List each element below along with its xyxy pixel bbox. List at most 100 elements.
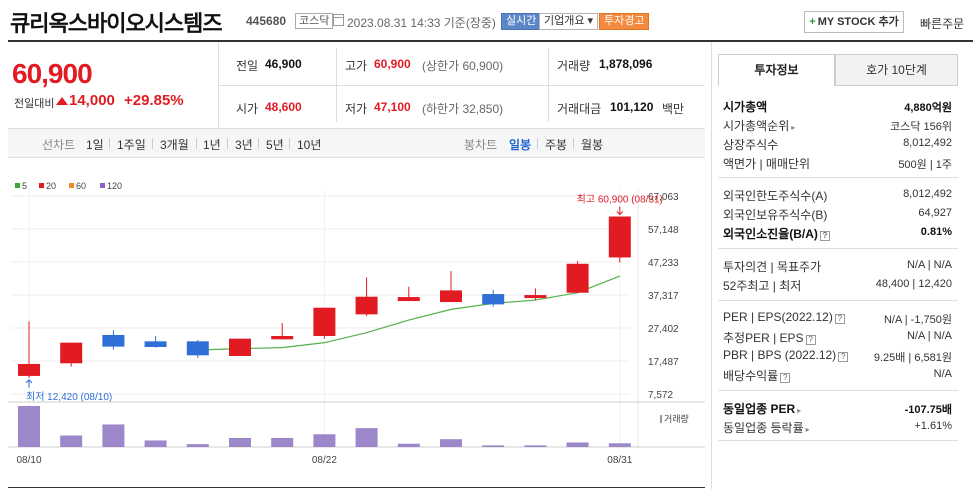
period-sep [152,138,153,149]
period-sep [573,138,574,149]
lower-limit: (하한가 32,850) [422,102,504,116]
period-3m[interactable]: 3개월 [160,136,189,153]
volume-bar [566,442,589,447]
candle-body [102,334,125,347]
volume-bar [144,440,167,447]
period-1y[interactable]: 1년 [203,136,221,153]
period-5y[interactable]: 5년 [266,136,284,153]
amount-unit: 백만 [662,102,685,116]
pbr-label: PBR | BPS (2022.12)? [723,348,849,362]
y-tick-label: 37,317 [648,291,679,302]
volume-bar [186,444,209,447]
amount-value: 101,120 [610,100,654,114]
y-tick-label: 7,572 [648,390,673,401]
period-sep [227,138,228,149]
current-price: 60,900 [12,58,93,89]
panel-divider [718,390,958,391]
y-tick-label: 47,233 [648,258,679,269]
foreign-rate-text: 외국인소진율(B/A) [723,227,818,241]
y-tick-label: 27,402 [648,324,679,335]
help-icon[interactable]: ? [834,314,845,324]
market-cap-value: 4,880억원 [904,102,952,114]
y-tick-label: 57,148 [648,225,679,236]
help-icon[interactable]: ? [838,352,849,362]
cap-rank-label[interactable]: 시가총액순위 ▸ [723,117,795,134]
market-badge: 코스닥 [295,13,334,29]
per-value: N/A | -1,750원 [883,314,952,326]
period-1d[interactable]: 1일 [86,136,104,153]
help-icon[interactable]: ? [805,335,816,345]
y-tick-label: 17,487 [648,357,679,368]
opinion-value: N/A | N/A [906,259,952,271]
panel-divider [718,440,958,441]
min-annotation: 최저 12,420 (08/10) [26,391,112,403]
ind-chg-label[interactable]: 동일업종 등락률 ▸ [723,419,810,436]
low-value: 47,100 [374,100,411,114]
foreign-hold-value: 64,927 [918,207,952,219]
est-per-value: N/A | N/A [906,330,952,342]
warning-badge[interactable]: 투자경고 [599,13,650,30]
pbr-value: 9.25배 | 6,581원 [873,352,952,364]
realtime-button[interactable]: 실시간 [501,13,542,30]
period-sep [258,138,259,149]
tab-invest-info[interactable]: 투자정보 [718,54,835,86]
volume-bar [60,435,83,447]
cap-rank-value: 코스닥 156위 [890,121,952,133]
arrow-right-icon: ▸ [805,425,810,434]
candle-body [566,263,589,293]
fast-order-link[interactable]: 빠른주문 [920,15,964,32]
volume-bar [229,437,251,447]
help-icon[interactable]: ? [780,373,791,383]
period-3y[interactable]: 3년 [235,136,253,153]
est-per-text: 추정PER | EPS [723,331,804,345]
company-name: 큐리옥스바이오시스템즈 [10,11,223,36]
volume-legend: 거래량 [660,412,689,425]
period-sep [196,138,197,149]
per-label: PER | EPS(2022.12)? [723,310,845,324]
candle-weekly[interactable]: 주봉 [545,136,567,153]
stock-code: 445680 [246,14,287,28]
min-arrow-icon [25,379,33,388]
candle-body [271,335,294,340]
prev-label: 전일 [236,59,259,73]
plus-icon: + [809,16,816,28]
calendar-icon [333,14,344,26]
low-label: 저가 [345,102,368,116]
company-info-dropdown[interactable]: 기업개요 ▾ [539,13,599,30]
period-10y[interactable]: 10년 [297,136,321,153]
shares-value: 8,012,492 [903,137,952,149]
pbr-text: PBR | BPS (2022.12) [723,348,837,362]
volume-bar [355,428,378,447]
foreign-limit-value: 8,012,492 [903,188,952,200]
candle-body [186,341,209,356]
ind-per-value: -107.75배 [904,404,952,416]
help-icon[interactable]: ? [819,231,830,241]
est-per-label: 추정PER | EPS? [723,329,816,346]
candle-daily[interactable]: 일봉 [509,136,531,153]
opinion-label: 투자의견 | 목표주가 [723,260,822,274]
x-tick-label: 08/22 [312,455,337,466]
candle-monthly[interactable]: 월봉 [581,136,603,153]
candle-body [313,307,336,336]
add-mystock-button[interactable]: + MY STOCK 추가 [804,11,904,33]
volume-bar [313,434,336,447]
week52-value: 48,400 | 12,420 [875,278,952,290]
face-value: 500원 | 1주 [898,159,952,171]
candle-body [440,290,462,303]
x-tick-label: 08/31 [607,455,632,466]
volume-bar [18,406,40,447]
panel-divider [718,248,958,249]
volume-bar [440,439,462,447]
foreign-hold-label: 외국인보유주식수(B) [723,208,828,222]
period-1w[interactable]: 1주일 [117,136,146,153]
div-label: 배당수익률? [723,367,791,384]
week52-label: 52주최고 | 최저 [723,279,802,293]
period-sep [109,138,110,149]
tab-orderbook[interactable]: 호가 10단계 [835,54,958,86]
ind-per-label[interactable]: 동일업종 PER ▸ [723,400,801,417]
candle-body [397,297,420,302]
volume-bar [397,443,420,447]
legend-swatch-ma5 [15,183,20,188]
volume-bar [102,424,125,447]
panel-divider [718,177,958,178]
